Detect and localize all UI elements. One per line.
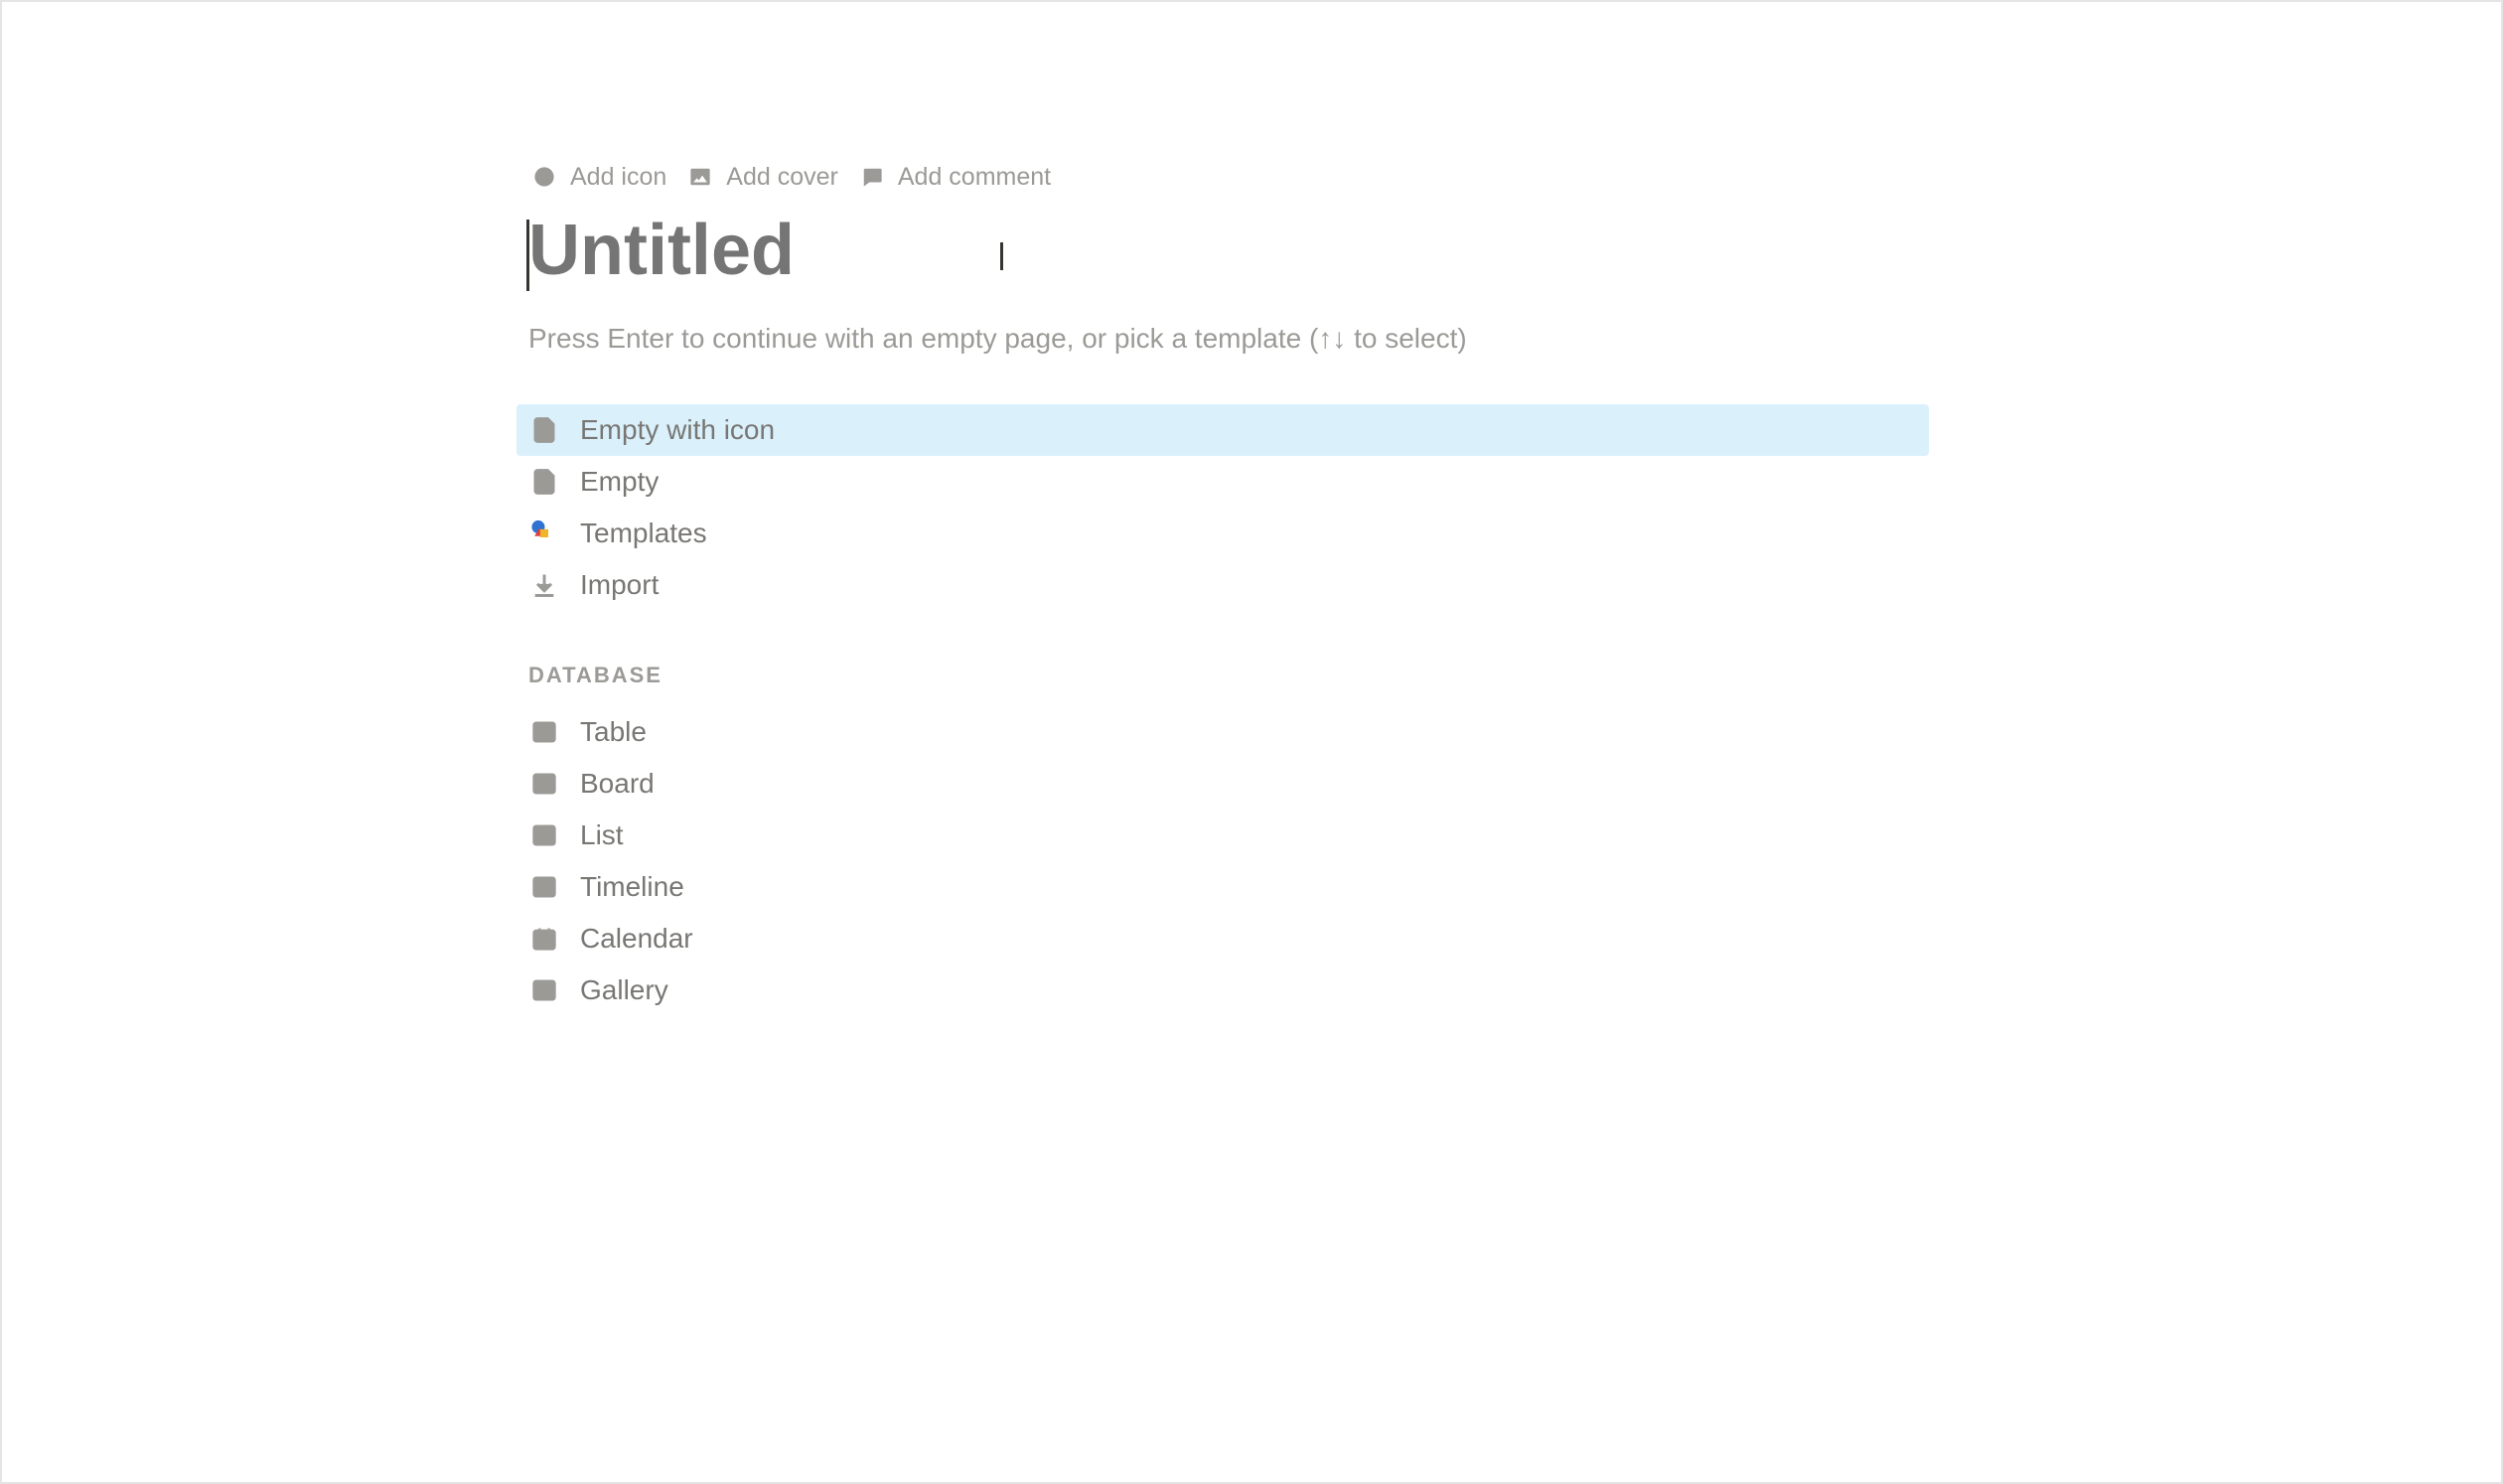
template-templates[interactable]: Templates <box>516 508 1929 559</box>
template-label: Gallery <box>580 974 668 1006</box>
svg-text:31: 31 <box>539 938 549 948</box>
template-import[interactable]: Import <box>516 559 1929 611</box>
download-icon <box>528 569 560 601</box>
emoji-icon <box>528 161 560 193</box>
table-icon <box>528 716 560 748</box>
template-label: Timeline <box>580 871 684 903</box>
add-cover-button[interactable]: Add cover <box>684 161 838 193</box>
template-hint-text: Press Enter to continue with an empty pa… <box>528 323 1929 355</box>
database-timeline[interactable]: Timeline <box>516 861 1929 913</box>
page-icon <box>528 466 560 498</box>
database-list[interactable]: List <box>516 810 1929 861</box>
database-board[interactable]: Board <box>516 758 1929 810</box>
image-icon <box>684 161 716 193</box>
template-label: Table <box>580 716 647 748</box>
page-with-lines-icon <box>528 414 560 446</box>
text-cursor-icon <box>1000 242 1003 270</box>
template-label: Templates <box>580 518 707 549</box>
template-label: Import <box>580 569 659 601</box>
add-icon-button[interactable]: Add icon <box>528 161 666 193</box>
title-container <box>528 208 1929 293</box>
add-comment-button[interactable]: Add comment <box>856 161 1051 193</box>
template-label: Board <box>580 768 655 800</box>
database-section-label: DATABASE <box>528 663 1929 688</box>
add-icon-label: Add icon <box>570 163 666 192</box>
comment-icon <box>856 161 888 193</box>
template-label: List <box>580 819 624 851</box>
template-empty-with-icon[interactable]: Empty with icon <box>516 404 1929 456</box>
database-list: Table Board List Timeline 31 Calendar <box>528 706 1929 1016</box>
page-title-input[interactable] <box>528 208 1929 293</box>
gallery-icon <box>528 974 560 1006</box>
timeline-icon <box>528 871 560 903</box>
page-actions-toolbar: Add icon Add cover Add comment <box>528 161 1929 193</box>
template-list: Empty with icon Empty Templates Import <box>528 404 1929 611</box>
list-icon <box>528 819 560 851</box>
calendar-icon: 31 <box>528 923 560 955</box>
add-comment-label: Add comment <box>898 163 1051 192</box>
database-calendar[interactable]: 31 Calendar <box>516 913 1929 965</box>
add-cover-label: Add cover <box>726 163 838 192</box>
database-table[interactable]: Table <box>516 706 1929 758</box>
board-icon <box>528 768 560 800</box>
template-label: Calendar <box>580 923 693 955</box>
shapes-icon <box>528 518 560 549</box>
template-label: Empty <box>580 466 659 498</box>
template-empty[interactable]: Empty <box>516 456 1929 508</box>
page-content: Add icon Add cover Add comment Press Ent… <box>528 161 1929 1016</box>
template-label: Empty with icon <box>580 414 775 446</box>
database-gallery[interactable]: Gallery <box>516 965 1929 1016</box>
